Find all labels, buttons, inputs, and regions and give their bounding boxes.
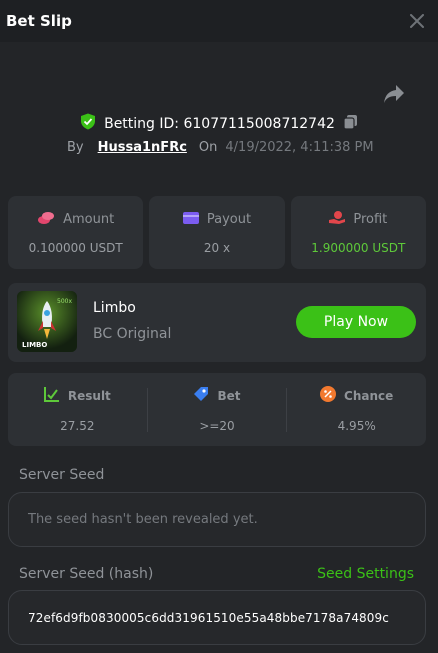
stat-amount-value: 0.100000 USDT: [28, 240, 123, 255]
play-now-button[interactable]: Play Now: [296, 306, 416, 338]
stat-profit-value: 1.900000 USDT: [311, 241, 406, 255]
stat-payout-label: Payout: [206, 212, 252, 227]
result-value: 27.52: [60, 419, 95, 433]
bet-tag-icon: [193, 386, 209, 405]
result-panel: Result 27.52 Bet >=20 Chance 4.95%: [8, 373, 426, 446]
server-seed-hash-value: 72ef6d9fb0830005c6dd31961510e55a48bbe717…: [28, 610, 389, 625]
bet-slip-header: Bet Slip: [0, 0, 438, 42]
stat-profit: Profit 1.900000 USDT: [290, 196, 426, 269]
by-label: By: [67, 140, 84, 155]
chance-value: 4.95%: [337, 419, 376, 433]
server-seed-value: The seed hasn't been revealed yet.: [28, 512, 258, 527]
hand-coin-icon: [329, 210, 346, 229]
result-column: Result 27.52: [8, 386, 147, 433]
server-seed-field[interactable]: The seed hasn't been revealed yet.: [8, 492, 426, 547]
thumb-text: LIMBO: [22, 341, 47, 349]
username-link[interactable]: Hussa1nFRc: [98, 140, 187, 155]
game-name: Limbo: [93, 300, 136, 316]
bet-column: Bet >=20: [148, 386, 287, 433]
stat-profit-label: Profit: [353, 212, 388, 227]
bet-author-row: By Hussa1nFRc On 4/19/2022, 4:11:38 PM: [67, 140, 374, 155]
bet-stats: Amount 0.100000 USDT Payout 20 x Profit …: [8, 196, 426, 269]
coins-icon: [37, 211, 55, 229]
wallet-icon: [182, 211, 199, 229]
chance-column: Chance 4.95%: [287, 386, 426, 433]
on-label: On: [198, 140, 218, 155]
chance-label: Chance: [344, 388, 394, 403]
betting-id-row: Betting ID: 61077115008712742: [0, 113, 438, 134]
stat-amount-label: Amount: [63, 212, 115, 227]
bet-label: Bet: [217, 388, 241, 403]
close-icon[interactable]: [406, 10, 428, 32]
thumb-badge: 500x: [57, 298, 72, 305]
bet-date: 4/19/2022, 4:11:38 PM: [225, 140, 374, 155]
share-icon[interactable]: [382, 83, 406, 105]
bet-slip-title: Bet Slip: [6, 12, 72, 30]
copy-icon[interactable]: [343, 114, 358, 134]
limbo-thumbnail[interactable]: LIMBO 500x: [17, 291, 77, 352]
game-subtitle: BC Original: [93, 326, 172, 342]
server-seed-label: Server Seed: [19, 467, 105, 483]
chart-check-icon: [43, 386, 60, 405]
betting-id: Betting ID: 61077115008712742: [104, 115, 335, 132]
bet-value: >=20: [199, 419, 235, 433]
result-label: Result: [67, 388, 111, 403]
percent-icon: [320, 386, 337, 405]
stat-amount: Amount 0.100000 USDT: [8, 196, 144, 269]
stat-payout: Payout 20 x: [149, 196, 285, 269]
server-seed-hash-field[interactable]: 72ef6d9fb0830005c6dd31961510e55a48bbe717…: [8, 590, 426, 645]
seed-settings-link[interactable]: Seed Settings: [317, 566, 414, 582]
server-seed-hash-label: Server Seed (hash): [19, 566, 154, 582]
game-card: LIMBO 500x Limbo BC Original Play Now: [8, 283, 426, 362]
shield-check-icon: [80, 113, 96, 134]
stat-payout-value: 20 x: [203, 240, 231, 255]
